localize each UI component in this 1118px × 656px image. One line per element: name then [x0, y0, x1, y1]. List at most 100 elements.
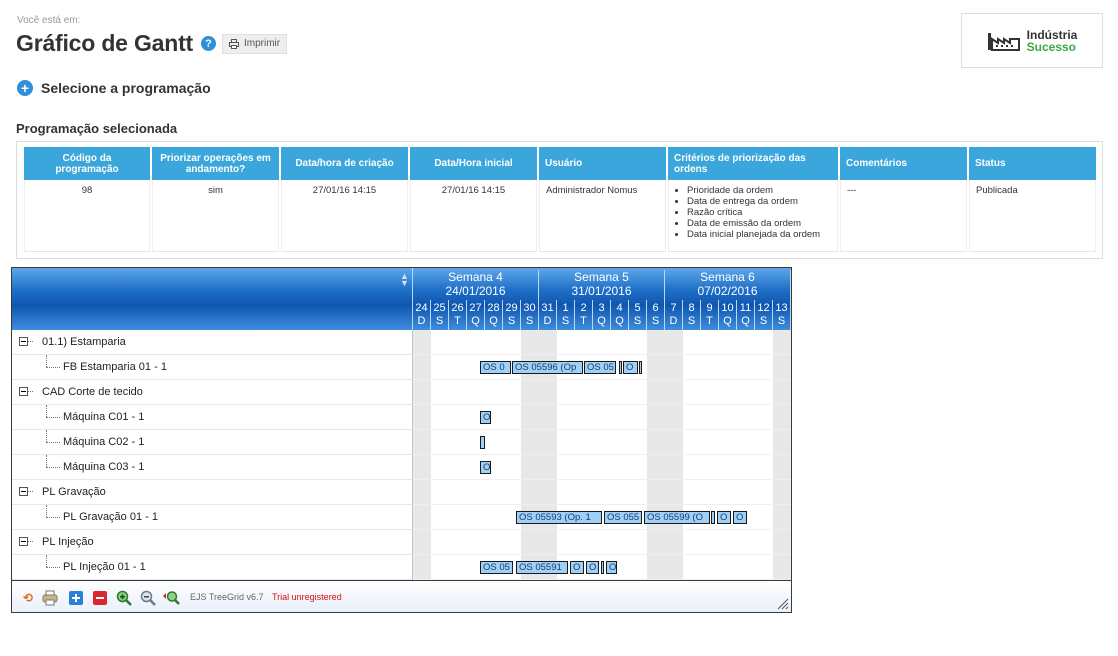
- col-comentarios: Comentários: [840, 147, 967, 180]
- day-number: 1: [562, 302, 569, 314]
- gantt-task-bar[interactable]: OS 05596 (Op: [512, 361, 583, 374]
- tree-resource-row[interactable]: FB Estamparia 01 - 1: [12, 355, 412, 380]
- gantt-task-bar[interactable]: OS 0: [480, 361, 511, 374]
- gantt-task-bar[interactable]: [619, 361, 622, 374]
- gantt-task-bar[interactable]: OS 05591: [516, 561, 568, 574]
- day-header: 24 D: [413, 300, 431, 330]
- gantt-task-bar[interactable]: OS 05: [584, 361, 616, 374]
- tree-resource-row[interactable]: Máquina C01 - 1: [12, 405, 412, 430]
- day-number: 24: [415, 302, 428, 314]
- print-icon[interactable]: [42, 590, 58, 606]
- gantt-task-bar[interactable]: OS 05599 (O: [644, 511, 710, 524]
- chart-row-line: [413, 454, 791, 455]
- day-header: 13 S: [773, 300, 791, 330]
- gantt-header: ▲ ▼ Semana 4 24/01/2016 Semana 5 31/01/2016 S…: [12, 268, 791, 330]
- question-circle-icon[interactable]: ?: [201, 36, 216, 51]
- gantt-task-bar[interactable]: [601, 561, 604, 574]
- reload-icon[interactable]: ⟲: [20, 590, 36, 606]
- gantt-task-bar[interactable]: O: [586, 561, 599, 574]
- collapse-all-icon[interactable]: [92, 590, 108, 606]
- collapse-toggle-icon[interactable]: [19, 337, 28, 346]
- zoom-out-icon[interactable]: [140, 590, 156, 606]
- day-letter: T: [706, 315, 713, 327]
- day-letter: S: [651, 315, 660, 327]
- tree-row-label: CAD Corte de tecido: [42, 386, 143, 398]
- tree-row-label: PL Injeção: [42, 536, 94, 548]
- gantt-task-bar[interactable]: OS 05593 (Op. 1: [516, 511, 602, 524]
- col-status: Status: [969, 147, 1096, 180]
- tree-resource-row[interactable]: Máquina C02 - 1: [12, 430, 412, 455]
- tree-connector: [46, 467, 60, 468]
- day-number: 5: [634, 302, 641, 314]
- sort-icon[interactable]: ▲ ▼: [400, 272, 409, 288]
- tree-group-row[interactable]: 01.1) Estamparia: [12, 330, 412, 355]
- cell-comentarios: ---: [840, 180, 967, 252]
- tree-connector: [28, 541, 33, 542]
- expand-all-icon[interactable]: [68, 590, 84, 606]
- day-letter: Q: [723, 315, 732, 327]
- tree-connector: [46, 517, 60, 518]
- gantt-task-bar[interactable]: OS 055: [604, 511, 642, 524]
- gantt-task-bar[interactable]: [639, 361, 642, 374]
- table-row: 98 sim 27/01/16 14:15 27/01/16 14:15 Adm…: [24, 180, 1096, 252]
- tree-group-row[interactable]: CAD Corte de tecido: [12, 380, 412, 405]
- chart-row-line: [413, 479, 791, 480]
- collapse-toggle-icon[interactable]: [19, 487, 28, 496]
- gantt-task-bar[interactable]: O: [623, 361, 638, 374]
- tree-resource-row[interactable]: PL Injeção 01 - 1: [12, 555, 412, 580]
- gantt-task-bar[interactable]: O: [570, 561, 584, 574]
- day-header: 12 S: [755, 300, 773, 330]
- gantt-task-bar[interactable]: O: [480, 461, 491, 474]
- select-program-toggle[interactable]: + Selecione a programação: [17, 80, 211, 96]
- criteria-item: Prioridade da ordem: [687, 185, 831, 196]
- tree-connector: [46, 355, 47, 367]
- day-header: 8S: [683, 300, 701, 330]
- resize-grip-icon[interactable]: [777, 598, 789, 610]
- tree-resource-row[interactable]: PL Gravação 01 - 1: [12, 505, 412, 530]
- day-letter: D: [543, 315, 552, 327]
- tree-column-header[interactable]: ▲ ▼: [12, 268, 413, 330]
- chart-row-line: [413, 529, 791, 530]
- day-number: 11: [739, 302, 752, 314]
- gantt-task-bar[interactable]: O: [606, 561, 617, 574]
- tree-connector: [46, 405, 47, 417]
- gantt-grid: ▲ ▼ Semana 4 24/01/2016 Semana 5 31/01/2016 S…: [11, 267, 792, 613]
- day-header: 11 Q: [737, 300, 755, 330]
- day-letter: Q: [471, 315, 480, 327]
- criteria-item: Razão crítica: [687, 207, 831, 218]
- gantt-task-bar[interactable]: OS 05: [480, 561, 513, 574]
- tree-connector: [46, 455, 47, 467]
- tree-connector: [46, 367, 60, 368]
- tree-group-row[interactable]: PL Injeção: [12, 530, 412, 555]
- day-number: 30: [523, 302, 536, 314]
- chart-row-line: [413, 429, 791, 430]
- day-letter: Q: [615, 315, 624, 327]
- print-button[interactable]: Imprimir: [222, 33, 288, 54]
- day-number: 27: [469, 302, 482, 314]
- tree-connector: [28, 391, 33, 392]
- tree-group-row[interactable]: PL Gravação: [12, 480, 412, 505]
- gantt-chart-area: OS 0 OS 05596 (Op OS 05 O O O OS 05593 (Op. 1O…: [413, 330, 791, 580]
- gantt-task-bar[interactable]: O: [480, 411, 491, 424]
- zoom-in-icon[interactable]: [116, 590, 132, 606]
- gantt-task-bar[interactable]: O: [733, 511, 747, 524]
- collapse-toggle-icon[interactable]: [19, 537, 28, 546]
- tree-resource-row[interactable]: Máquina C03 - 1: [12, 455, 412, 480]
- zoom-fit-icon[interactable]: [162, 590, 180, 606]
- gantt-task-bar[interactable]: [480, 436, 485, 449]
- section-title: Programação selecionada: [16, 121, 178, 136]
- tree-row-label: PL Injeção 01 - 1: [63, 561, 146, 573]
- gantt-body: 01.1) Estamparia FB Estamparia 01 - 1 CAD …: [12, 330, 791, 580]
- tree-connector: [46, 567, 60, 568]
- gantt-task-bar[interactable]: [711, 511, 715, 524]
- criteria-list: Prioridade da ordemData de entrega da or…: [675, 185, 831, 240]
- week-header: Semana 5 31/01/2016: [539, 270, 665, 300]
- day-number: 3: [598, 302, 605, 314]
- week-date: 31/01/2016: [571, 284, 632, 298]
- collapse-toggle-icon[interactable]: [19, 387, 28, 396]
- gantt-task-bar[interactable]: O: [717, 511, 731, 524]
- day-headers: 24 D 25 S 26 T 27 Q 28 Q 29 S 30 S 31 D 1 S 2 T 3 Q 4 Q 5 S 6 S 7 D 8 S…: [413, 300, 791, 330]
- resource-tree: 01.1) Estamparia FB Estamparia 01 - 1 CAD …: [12, 330, 413, 580]
- criteria-item: Data de emissão da ordem: [687, 218, 831, 229]
- week-name: Semana 4: [448, 270, 503, 284]
